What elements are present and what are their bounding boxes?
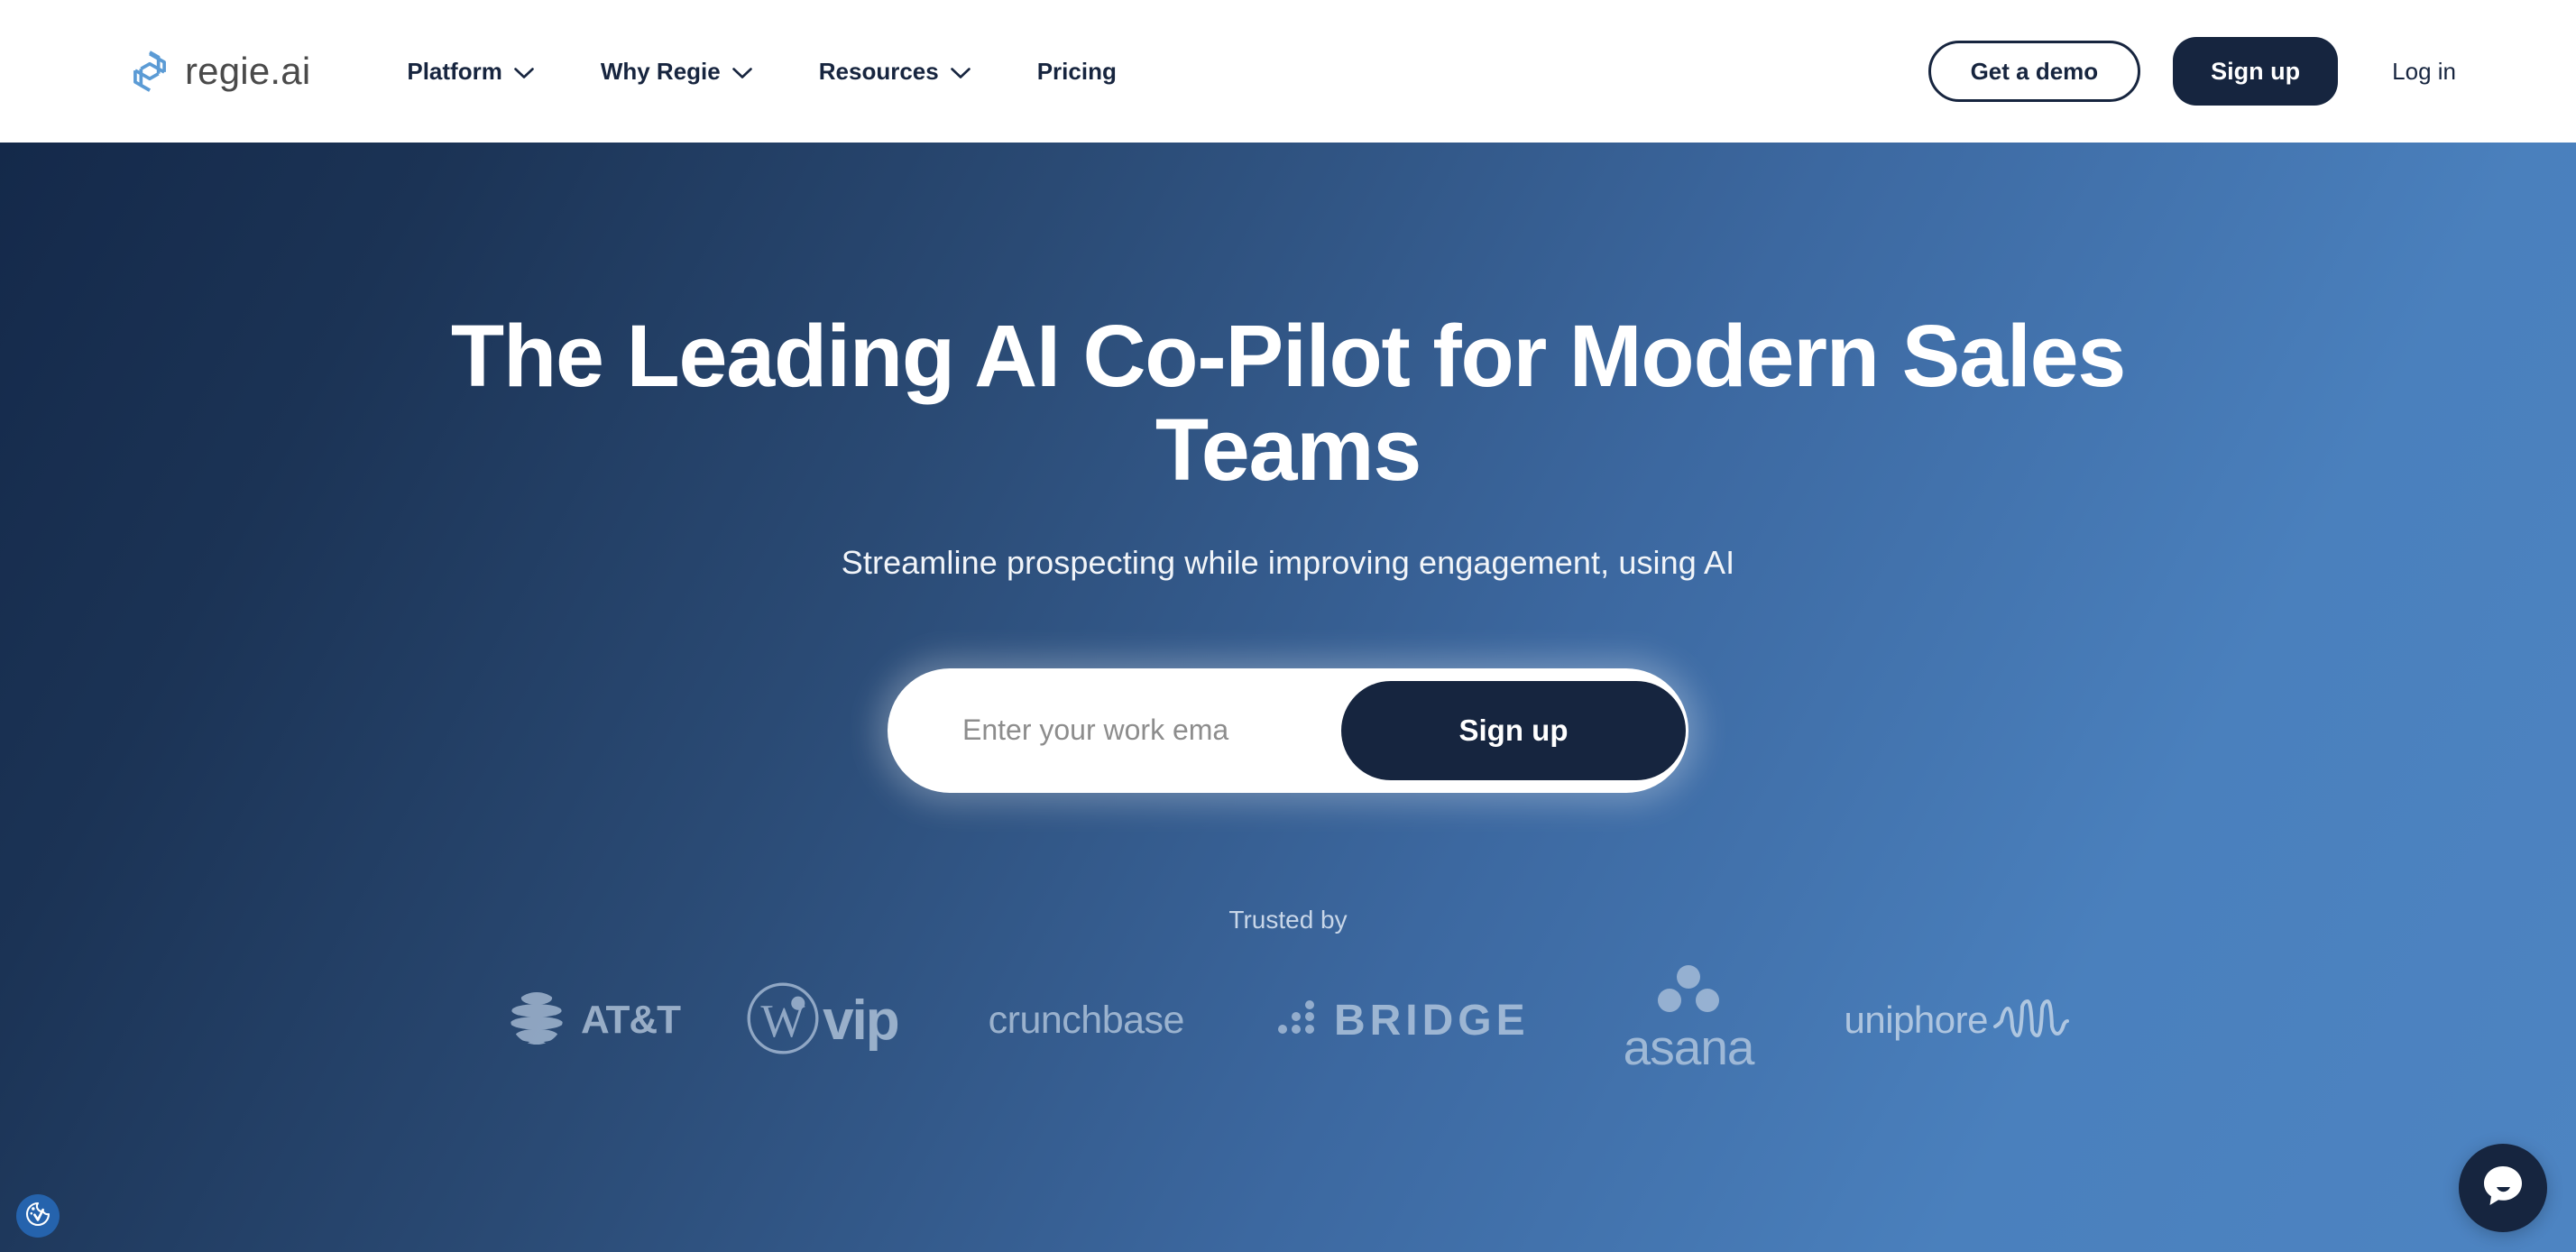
- work-email-input[interactable]: [895, 667, 1341, 793]
- nav-item-pricing[interactable]: Pricing: [1004, 58, 1150, 86]
- uniphore-waveform-icon: [1992, 998, 2069, 1044]
- logo-label: BRIDGE: [1333, 996, 1530, 1045]
- bridge-dots-icon: [1276, 999, 1318, 1041]
- nav-item-platform[interactable]: Platform: [373, 58, 566, 86]
- logo-label: AT&T: [581, 998, 681, 1043]
- logo-label: asana: [1623, 1018, 1755, 1075]
- top-navigation-bar: regie.ai Platform Why Regie Resources Pr…: [0, 0, 2576, 143]
- logo-bridge: BRIDGE: [1231, 996, 1575, 1045]
- nav-sign-up-button[interactable]: Sign up: [2173, 37, 2339, 106]
- nav-actions: Get a demo Sign up Log in: [1927, 37, 2456, 106]
- logo-uniphore: uniphore: [1803, 998, 2094, 1044]
- logo-crunchbase: crunchbase: [942, 999, 1231, 1043]
- chevron-down-icon: [731, 58, 752, 86]
- get-a-demo-button[interactable]: Get a demo: [1927, 41, 2141, 102]
- logo-label: vip: [823, 989, 900, 1052]
- asana-dots-icon: [1656, 964, 1721, 1017]
- regie-hexagon-logo-icon: [129, 51, 170, 92]
- chevron-down-icon: [514, 58, 534, 86]
- nav-item-label: Platform: [407, 57, 502, 85]
- nav-item-label: Pricing: [1036, 57, 1117, 85]
- hero-section: The Leading AI Co-Pilot for Modern Sales…: [0, 143, 2576, 1252]
- att-globe-icon: [507, 989, 566, 1053]
- logo-att: AT&T: [482, 989, 720, 1053]
- logo-label: uniphore: [1844, 999, 1989, 1042]
- nav-item-label: Resources: [818, 57, 939, 85]
- chevron-down-icon: [950, 58, 971, 86]
- primary-nav-links: Platform Why Regie Resources Pricing: [373, 58, 1150, 86]
- hero-sign-up-button[interactable]: Sign up: [1341, 680, 1686, 780]
- cookie-consent-button[interactable]: [16, 1194, 60, 1238]
- chat-bubble-icon: [2479, 1163, 2526, 1214]
- chat-launcher-button[interactable]: [2459, 1144, 2547, 1232]
- nav-item-label: Why Regie: [600, 57, 721, 85]
- hero-subheadline: Streamline prospecting while improving e…: [841, 543, 1735, 581]
- email-signup-form: Sign up: [888, 667, 1688, 793]
- nav-item-why-regie[interactable]: Why Regie: [567, 58, 786, 86]
- brand-name: regie.ai: [185, 50, 311, 92]
- page-title: The Leading AI Co-Pilot for Modern Sales…: [450, 307, 2126, 499]
- wordpress-vip-icon: W: [745, 980, 821, 1061]
- logo-asana: asana: [1575, 964, 1803, 1076]
- trusted-logos-row: AT&T W vip crunchbase BRIDGE asana uniph…: [0, 964, 2576, 1076]
- logo-wordpress-vip: W vip: [720, 980, 942, 1061]
- trusted-by-label: Trusted by: [1228, 905, 1348, 934]
- nav-item-resources[interactable]: Resources: [786, 58, 1004, 86]
- logo-label: crunchbase: [988, 998, 1185, 1042]
- cookie-consent-icon: [23, 1200, 52, 1233]
- brand-logo-link[interactable]: regie.ai: [129, 50, 310, 93]
- log-in-link[interactable]: Log in: [2392, 58, 2456, 86]
